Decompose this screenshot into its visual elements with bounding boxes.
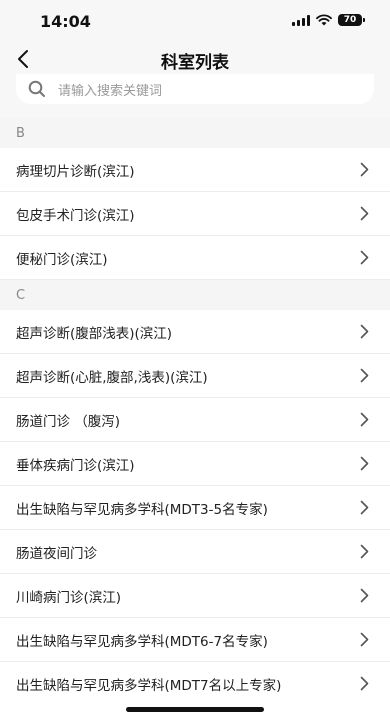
status-time: 14:04	[40, 12, 91, 31]
chevron-right-icon	[360, 632, 370, 648]
chevron-right-icon	[360, 324, 370, 340]
status-bar: 14:04 70	[0, 0, 390, 44]
list-item-label: 便秘门诊(滨江)	[16, 251, 108, 268]
search-icon	[28, 79, 48, 99]
list-item-label: 超声诊断(腹部浅表)(滨江)	[16, 325, 173, 342]
page-title: 科室列表	[161, 53, 229, 73]
chevron-right-icon	[360, 456, 370, 472]
list-item[interactable]: 垂体疾病门诊(滨江)	[0, 442, 390, 486]
battery-level: 70	[343, 15, 357, 25]
list-item-label: 川崎病门诊(滨江)	[16, 589, 122, 606]
list-item[interactable]: 川崎病门诊(滨江)	[0, 574, 390, 618]
search-placeholder: 请输入搜索关键词	[58, 83, 163, 99]
list-item-label: 垂体疾病门诊(滨江)	[16, 457, 135, 474]
chevron-right-icon	[360, 544, 370, 560]
search-bar: 请输入搜索关键词	[0, 74, 390, 118]
chevron-right-icon	[360, 412, 370, 428]
status-icons: 70	[292, 14, 365, 26]
list-item-label: 肠道夜间门诊	[16, 545, 97, 562]
list-item[interactable]: 出生缺陷与罕见病多学科(MDT6-7名专家)	[0, 618, 390, 662]
list-item-label: 出生缺陷与罕见病多学科(MDT6-7名专家)	[16, 633, 268, 650]
list-item[interactable]: 肠道门诊 （腹泻)	[0, 398, 390, 442]
battery-icon: 70	[338, 14, 365, 26]
nav-bar: 科室列表	[0, 44, 390, 74]
list-item[interactable]: 肠道夜间门诊	[0, 530, 390, 574]
chevron-right-icon	[360, 500, 370, 516]
home-indicator[interactable]	[126, 707, 264, 712]
signal-icon	[292, 14, 310, 26]
chevron-right-icon	[360, 162, 370, 178]
list-item[interactable]: 出生缺陷与罕见病多学科(MDT3-5名专家)	[0, 486, 390, 530]
list-item[interactable]: 包皮手术门诊(滨江)	[0, 192, 390, 236]
chevron-right-icon	[360, 250, 370, 266]
department-list: B 病理切片诊断(滨江) 包皮手术门诊(滨江) 便秘门诊(滨江) C 超声诊断(腹部浅表)…	[0, 118, 390, 706]
list-item-label: 出生缺陷与罕见病多学科(MDT7名以上专家)	[16, 677, 282, 694]
search-input[interactable]: 请输入搜索关键词	[16, 74, 374, 104]
list-item-label: 病理切片诊断(滨江)	[16, 163, 135, 180]
list-item[interactable]: 超声诊断(腹部浅表)(滨江)	[0, 310, 390, 354]
section-header-c: C	[0, 280, 390, 310]
list-item-label: 包皮手术门诊(滨江)	[16, 207, 135, 224]
list-item[interactable]: 便秘门诊(滨江)	[0, 236, 390, 280]
list-item[interactable]: 超声诊断(心脏,腹部,浅表)(滨江)	[0, 354, 390, 398]
list-item-label: 超声诊断(心脏,腹部,浅表)(滨江)	[16, 369, 208, 386]
list-item[interactable]: 病理切片诊断(滨江)	[0, 148, 390, 192]
chevron-right-icon	[360, 206, 370, 222]
chevron-right-icon	[360, 588, 370, 604]
chevron-right-icon	[360, 676, 370, 692]
list-item-label: 出生缺陷与罕见病多学科(MDT3-5名专家)	[16, 501, 268, 518]
home-bar-area	[0, 694, 390, 720]
section-header-b: B	[0, 118, 390, 148]
list-item-label: 肠道门诊 （腹泻)	[16, 413, 121, 430]
chevron-right-icon	[360, 368, 370, 384]
wifi-icon	[316, 14, 332, 26]
